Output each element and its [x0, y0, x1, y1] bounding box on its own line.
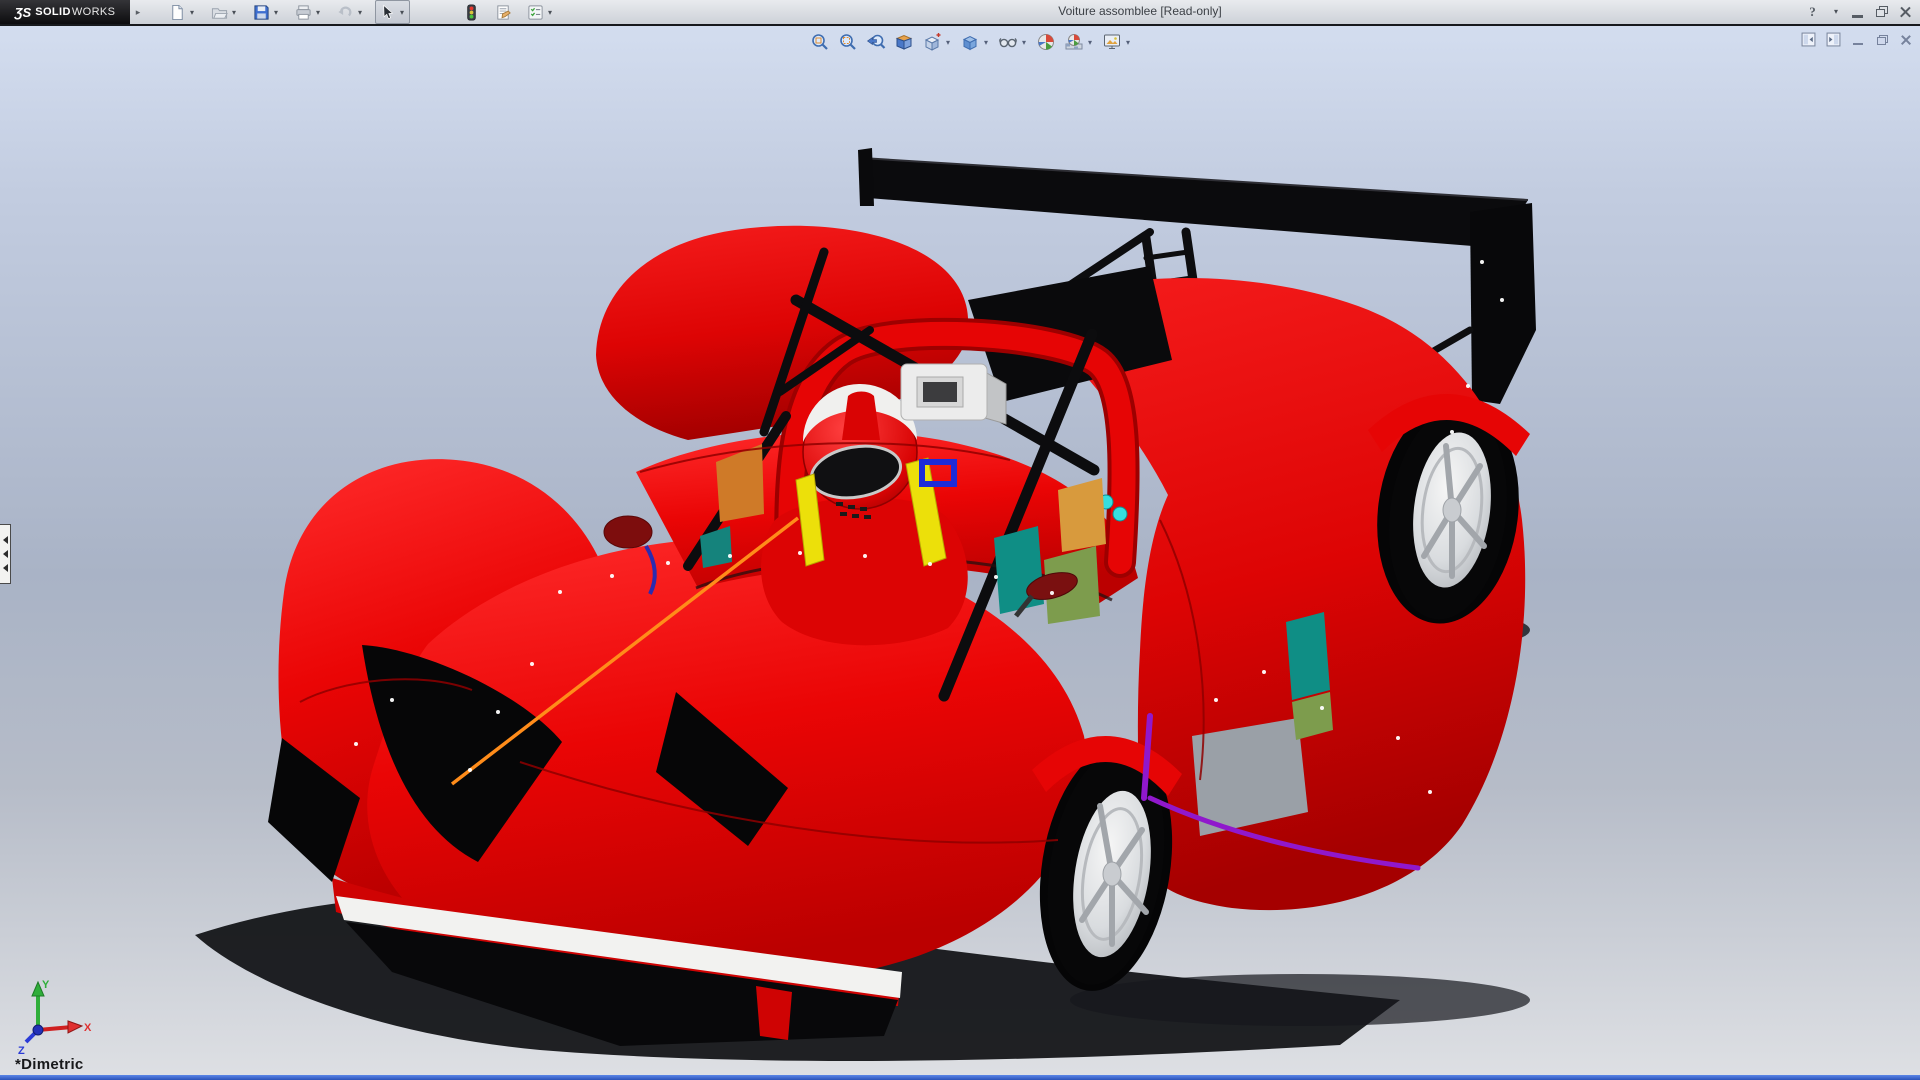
feature-panel-handle[interactable]: [0, 524, 11, 584]
graphics-area[interactable]: ▾ ▾ ▾ ▾ ▾ Y X Z *Dimetric: [0, 26, 1920, 1080]
printer-icon: [295, 4, 312, 21]
document-title: Voiture assomblee [Read-only]: [860, 4, 1420, 18]
minimize-icon: [1852, 6, 1863, 18]
dropdown-arrow-icon[interactable]: ▾: [314, 8, 322, 17]
file-properties-icon: [495, 4, 512, 21]
zoom-fit-icon: [810, 32, 830, 52]
view-orientation-button[interactable]: ▾: [920, 31, 954, 53]
pane-left-icon: [1801, 32, 1816, 47]
collapse-arrow-icon: [3, 564, 8, 572]
traffic-light-icon: [463, 4, 480, 21]
new-button[interactable]: ▾: [165, 0, 200, 24]
new-doc-icon: [169, 4, 186, 21]
zoom-to-fit-button[interactable]: [808, 31, 832, 53]
open-button[interactable]: ▾: [207, 0, 242, 24]
collapse-arrow-icon: [3, 550, 8, 558]
help-button[interactable]: ?: [1806, 3, 1819, 20]
display-style-button[interactable]: ▾: [958, 31, 992, 53]
options-checklist-icon: [527, 4, 544, 21]
titlebar: ƷS SOLID WORKS ▸ ▾ ▾ ▾ ▾ ▾ ▾ ▾ Voiture assombl…: [0, 0, 1920, 25]
section-view-button[interactable]: [892, 31, 916, 53]
view-settings-button[interactable]: ▾: [1100, 31, 1134, 53]
document-window-controls: [1801, 32, 1913, 47]
minimize-icon: [1853, 35, 1863, 45]
minimize-button[interactable]: [1851, 32, 1865, 47]
restore-button[interactable]: [1875, 3, 1888, 20]
solidworks-logo-glyph: ƷS: [15, 5, 32, 20]
dropdown-arrow-icon[interactable]: ▾: [944, 38, 952, 47]
dropdown-arrow-icon[interactable]: ▾: [188, 8, 196, 17]
hide-show-items-button[interactable]: ▾: [996, 31, 1030, 53]
solidworks-logo: ƷS SOLID WORKS: [0, 0, 130, 24]
restore-icon: [1876, 6, 1888, 17]
zoom-area-icon: [838, 32, 858, 52]
view-orientation-label: *Dimetric: [15, 1056, 84, 1073]
zoom-to-area-button[interactable]: [836, 31, 860, 53]
monitor-icon: [1102, 32, 1122, 52]
close-icon: [1900, 6, 1911, 17]
select-button[interactable]: ▾: [375, 0, 410, 24]
open-folder-icon: [211, 4, 228, 21]
solidworks-window: ƷS SOLID WORKS ▸ ▾ ▾ ▾ ▾ ▾ ▾ ▾ Voiture assombl…: [0, 0, 1920, 1080]
close-icon: [1901, 35, 1911, 45]
rebuild-button[interactable]: [459, 0, 484, 24]
apply-scene-button[interactable]: ▾: [1062, 31, 1096, 53]
minimize-button[interactable]: [1851, 3, 1864, 20]
pane-right-icon: [1826, 32, 1841, 47]
triad-y-label: Y: [42, 979, 50, 991]
view-cube-icon: [922, 32, 942, 52]
restore-button[interactable]: [1875, 32, 1889, 47]
window-controls: ? ▾: [1806, 3, 1912, 20]
save-button[interactable]: ▾: [249, 0, 284, 24]
edit-appearance-button[interactable]: [1034, 31, 1058, 53]
previous-view-icon: [866, 32, 886, 52]
options-button[interactable]: ▾: [523, 0, 558, 24]
orientation-triad: Y X Z: [14, 978, 94, 1058]
headsup-view-toolbar: ▾ ▾ ▾ ▾ ▾: [808, 31, 1138, 53]
undo-button[interactable]: ▾: [333, 0, 368, 24]
front-right-wheel[interactable]: [1023, 736, 1188, 1001]
help-icon: ?: [1809, 4, 1816, 20]
window-bottom-border: [0, 1075, 1920, 1080]
undo-arrow-icon: [337, 4, 354, 21]
restore-icon: [1877, 35, 1888, 45]
menu-expand-arrow-icon[interactable]: ▸: [132, 4, 144, 20]
dropdown-arrow-icon[interactable]: ▾: [230, 8, 238, 17]
dropdown-arrow-icon[interactable]: ▾: [1086, 38, 1094, 47]
dropdown-arrow-icon[interactable]: ▾: [1020, 38, 1028, 47]
close-button[interactable]: [1899, 3, 1912, 20]
dropdown-arrow-icon[interactable]: ▾: [1124, 38, 1132, 47]
collapse-arrow-icon: [3, 536, 8, 544]
pane-right-button[interactable]: [1826, 32, 1841, 47]
scene-ball-icon: [1064, 32, 1084, 52]
section-view-icon: [894, 32, 914, 52]
dropdown-arrow-icon[interactable]: ▾: [272, 8, 280, 17]
dropdown-arrow-icon[interactable]: ▾: [546, 8, 554, 17]
close-button[interactable]: [1899, 32, 1913, 47]
wing-mirror: [604, 516, 652, 548]
appearance-ball-icon: [1036, 32, 1056, 52]
dropdown-arrow-icon[interactable]: ▾: [1832, 7, 1840, 16]
car-model-render[interactable]: [0, 26, 1920, 1080]
previous-view-button[interactable]: [864, 31, 888, 53]
shaded-cube-icon: [960, 32, 980, 52]
triad-x-label: X: [84, 1022, 92, 1034]
file-properties-button[interactable]: [491, 0, 516, 24]
dropdown-arrow-icon[interactable]: ▾: [398, 8, 406, 17]
dropdown-arrow-icon[interactable]: ▾: [356, 8, 364, 17]
select-cursor-icon: [379, 4, 396, 21]
save-floppy-icon: [253, 4, 270, 21]
dropdown-arrow-icon[interactable]: ▾: [982, 38, 990, 47]
solidworks-logo-bold: SOLID: [35, 6, 71, 18]
solidworks-logo-light: WORKS: [72, 6, 116, 18]
standard-toolbar: ▾ ▾ ▾ ▾ ▾ ▾ ▾: [165, 1, 565, 23]
pane-left-button[interactable]: [1801, 32, 1816, 47]
print-button[interactable]: ▾: [291, 0, 326, 24]
eyeglasses-icon: [998, 32, 1018, 52]
